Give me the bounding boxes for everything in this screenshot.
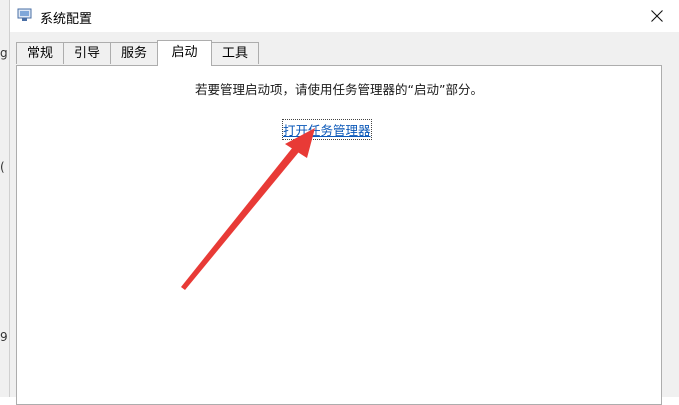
background-text-fragment: 9 <box>0 330 8 344</box>
tab-strip: 常规 引导 服务 启动 工具 <box>10 40 679 66</box>
startup-instruction-text: 若要管理启动项，请使用任务管理器的“启动”部分。 <box>195 82 483 97</box>
close-icon <box>651 10 663 22</box>
background-text-fragment: g <box>0 46 8 60</box>
title-bar[interactable]: 系统配置 <box>10 0 679 32</box>
msconfig-icon <box>17 8 32 22</box>
close-button[interactable] <box>634 0 679 32</box>
window-title: 系统配置 <box>40 12 93 27</box>
startup-tab-panel: 若要管理启动项，请使用任务管理器的“启动”部分。 打开任务管理器 <box>16 65 662 405</box>
open-task-manager-link[interactable]: 打开任务管理器 <box>282 119 372 140</box>
tab-general[interactable]: 常规 <box>16 42 64 64</box>
tab-startup[interactable]: 启动 <box>157 40 212 66</box>
tab-services[interactable]: 服务 <box>110 42 158 64</box>
tab-boot[interactable]: 引导 <box>63 42 111 64</box>
tab-tools[interactable]: 工具 <box>211 42 259 64</box>
background-text-fragment: ( <box>0 160 5 174</box>
system-configuration-window: 系统配置 常规 引导 服务 启动 工具 若要管理启动项，请使用任务管理器的“启动… <box>9 0 679 405</box>
